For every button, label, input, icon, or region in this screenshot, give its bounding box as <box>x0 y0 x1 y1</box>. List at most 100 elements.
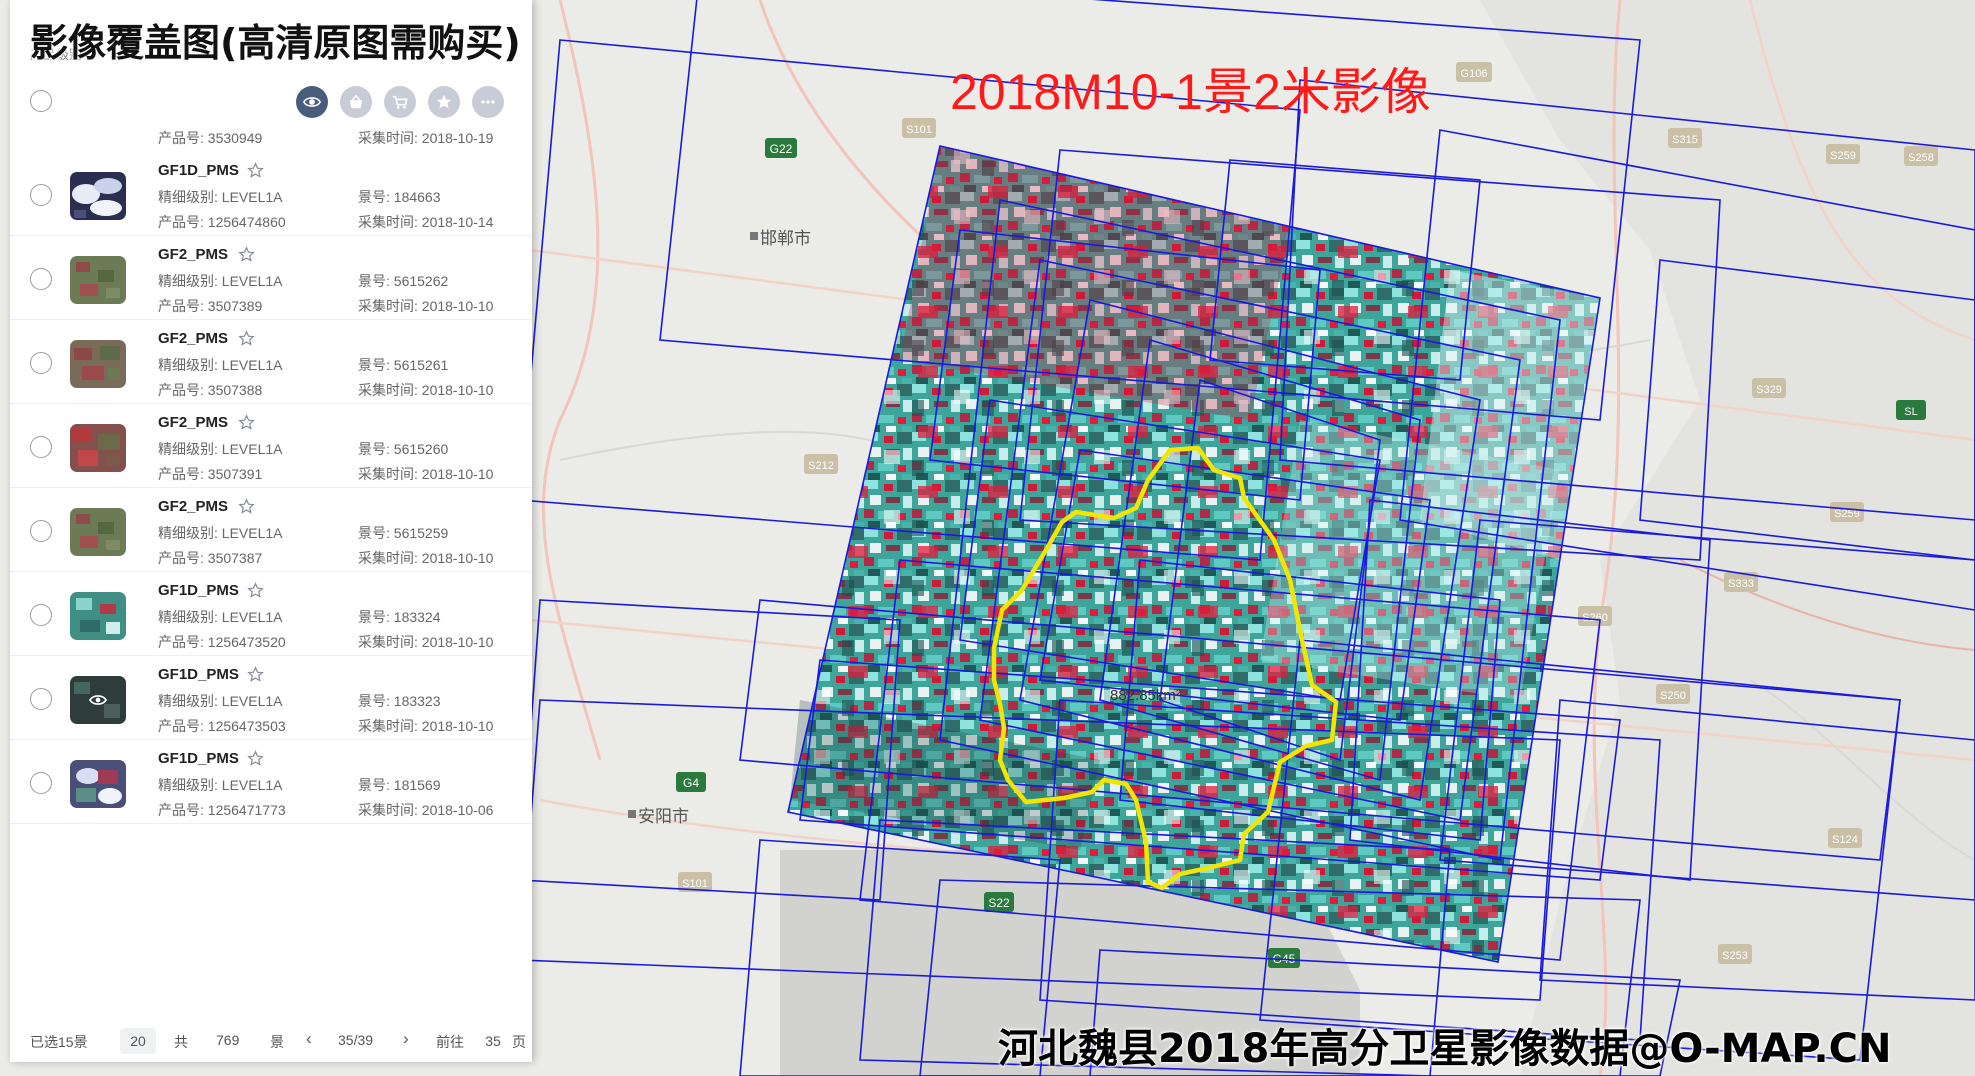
list-item[interactable]: 产品号: 3530949 采集时间: 2018-10-19 <box>10 118 532 152</box>
road-shield-s260: S260 <box>1578 606 1612 626</box>
scene-thumbnail[interactable] <box>70 172 126 220</box>
next-page-button[interactable]: › <box>403 1029 409 1049</box>
star-icon[interactable] <box>247 582 265 599</box>
list-item[interactable]: GF1D_PMS 精细级别: LEVEL1A 景号: 183324 产品号: 1256… <box>10 572 532 656</box>
road-shield-g22: G22 <box>765 138 797 158</box>
svg-text:S212: S212 <box>808 460 834 472</box>
svg-text:S101: S101 <box>906 124 932 136</box>
more-icon <box>481 100 495 104</box>
product-number: 产品号: 3507389 <box>158 298 263 314</box>
star-icon[interactable] <box>247 750 265 767</box>
list-item[interactable]: GF1D_PMS 精细级别: LEVEL1A 景号: 183323 产品号: 1256… <box>10 656 532 740</box>
favorite-button[interactable] <box>428 86 460 118</box>
select-scene-radio[interactable] <box>30 352 52 374</box>
road-shield-s250: S250 <box>1656 684 1690 704</box>
star-icon[interactable] <box>247 162 265 179</box>
scene-thumbnail[interactable] <box>70 256 126 304</box>
product-level: 精细级别: LEVEL1A <box>158 273 283 289</box>
pagination: 已选15景 20 共 769 景 ‹ 35/39 › 前往 35 页 <box>10 1024 532 1056</box>
product-number: 产品号: 3507388 <box>158 382 263 398</box>
list-item[interactable]: GF2_PMS 精细级别: LEVEL1A 景号: 5615259 产品号: 3507… <box>10 488 532 572</box>
acquisition-time: 采集时间: 2018-10-10 <box>358 550 494 566</box>
product-level: 精细级别: LEVEL1A <box>158 525 283 541</box>
svg-text:S250: S250 <box>1660 690 1686 702</box>
scene-number: 景号: 5615260 <box>358 441 449 457</box>
select-scene-radio[interactable] <box>30 520 52 542</box>
select-scene-radio[interactable] <box>30 184 52 206</box>
product-number: 产品号: 1256473520 <box>158 634 286 650</box>
svg-text:G106: G106 <box>1461 68 1488 80</box>
page-indicator: 35/39 <box>338 1032 374 1048</box>
scene-number: 景号: 5615259 <box>358 525 449 541</box>
select-scene-radio[interactable] <box>30 604 52 626</box>
star-icon[interactable] <box>237 330 255 347</box>
select-all-radio[interactable] <box>30 90 52 112</box>
scene-thumbnail[interactable] <box>70 340 126 388</box>
product-level: 精细级别: LEVEL1A <box>158 357 283 373</box>
satellite-sensor-name: GF1D_PMS <box>158 666 239 683</box>
svg-text:S101: S101 <box>682 878 708 890</box>
product-number: 产品号: 3507391 <box>158 466 263 482</box>
page-size-select[interactable]: 20 <box>120 1028 156 1054</box>
road-shield-sl: SL <box>1896 400 1926 420</box>
select-scene-radio[interactable] <box>30 688 52 710</box>
acquisition-time: 采集时间: 2018-10-10 <box>358 634 494 650</box>
product-level: 精细级别: LEVEL1A <box>158 441 283 457</box>
list-item[interactable]: GF2_PMS 精细级别: LEVEL1A 景号: 5615261 产品号: 3507… <box>10 320 532 404</box>
total-suffix: 景 <box>270 1034 284 1050</box>
satellite-sensor-name: GF1D_PMS <box>158 750 239 767</box>
star-icon[interactable] <box>237 246 255 263</box>
acquisition-time: 采集时间: 2018-10-14 <box>358 214 494 230</box>
list-item[interactable]: GF2_PMS 精细级别: LEVEL1A 景号: 5615262 产品号: 3507… <box>10 236 532 320</box>
toggle-visibility-button[interactable] <box>296 86 328 118</box>
star-icon[interactable] <box>247 666 265 683</box>
scene-thumbnail[interactable] <box>70 760 126 808</box>
overlay-title: 影像覆盖图(高清原图需购买) <box>30 21 521 65</box>
road-shield-s22: S22 <box>984 892 1014 912</box>
road-shield-s259-a: S259 <box>1826 144 1860 164</box>
list-item[interactable]: GF1D_PMS 精细级别: LEVEL1A 景号: 184663 产品号: 1256… <box>10 152 532 236</box>
selected-count: 已选15景 <box>30 1034 88 1050</box>
star-icon[interactable] <box>237 414 255 431</box>
eye-icon <box>303 97 321 107</box>
satellite-sensor-name: GF2_PMS <box>158 414 229 431</box>
road-shield-s258: S258 <box>1904 146 1938 166</box>
area-measure-label: 882.85km² <box>1110 687 1181 704</box>
satellite-sensor-name: GF2_PMS <box>158 246 229 263</box>
goto-page-input[interactable]: 35 <box>476 1028 510 1054</box>
scene-number: 景号: 5615261 <box>358 357 449 373</box>
scene-thumbnail[interactable] <box>70 676 126 724</box>
road-shield-s315: S315 <box>1668 128 1702 148</box>
add-to-cart-button[interactable] <box>384 86 416 118</box>
satellite-sensor-name: GF2_PMS <box>158 330 229 347</box>
star-icon[interactable] <box>237 498 255 515</box>
add-to-basket-button[interactable] <box>340 86 372 118</box>
scene-thumbnail[interactable] <box>70 424 126 472</box>
scene-thumbnail[interactable] <box>70 592 126 640</box>
select-scene-radio[interactable] <box>30 268 52 290</box>
product-level: 精细级别: LEVEL1A <box>158 693 283 709</box>
svg-text:S333: S333 <box>1728 578 1754 590</box>
result-list[interactable]: 产品号: 3530949 采集时间: 2018-10-19 GF1D_PMS 精细… <box>10 118 532 1014</box>
road-shield-g45: G45 <box>1268 948 1300 968</box>
product-level: 精细级别: LEVEL1A <box>158 777 283 793</box>
svg-text:SL: SL <box>1904 406 1917 418</box>
select-scene-radio[interactable] <box>30 772 52 794</box>
select-scene-radio[interactable] <box>30 436 52 458</box>
svg-text:S124: S124 <box>1832 834 1858 846</box>
product-number: 产品号: 3507387 <box>158 550 263 566</box>
svg-text:S329: S329 <box>1756 384 1782 396</box>
prev-page-button[interactable]: ‹ <box>306 1029 312 1049</box>
scene-count-label: 2018M10-1景2米影像 <box>950 64 1431 120</box>
product-number: 产品号: 1256473503 <box>158 718 286 734</box>
list-item[interactable]: GF1D_PMS 精细级别: LEVEL1A 景号: 181569 产品号: 1256… <box>10 740 532 824</box>
goto-label: 前往 <box>436 1034 464 1050</box>
scene-thumbnail[interactable] <box>70 508 126 556</box>
satellite-sensor-name: GF1D_PMS <box>158 162 239 179</box>
road-shield-s259-b: S259 <box>1830 502 1864 522</box>
list-item[interactable]: GF2_PMS 精细级别: LEVEL1A 景号: 5615260 产品号: 3507… <box>10 404 532 488</box>
more-button[interactable] <box>472 86 504 118</box>
svg-text:G22: G22 <box>770 142 793 156</box>
road-shield-s212: S212 <box>804 454 838 474</box>
scene-number: 景号: 183323 <box>358 693 441 709</box>
